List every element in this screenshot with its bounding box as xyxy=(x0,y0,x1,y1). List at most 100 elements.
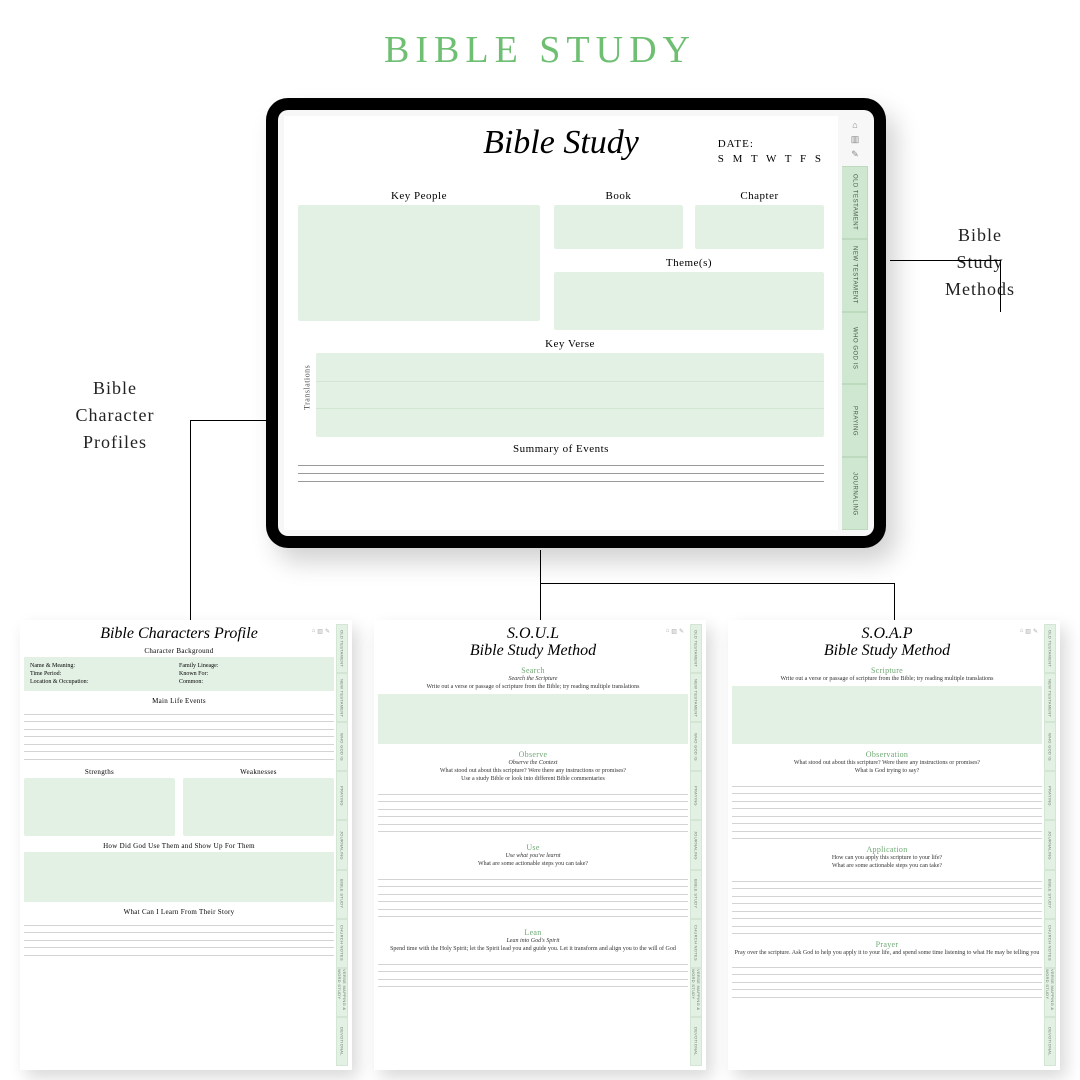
stab[interactable]: NEW TESTAMENT xyxy=(690,673,702,722)
desc-lean: Spend time with the Holy Spirit; let the… xyxy=(378,946,688,954)
box-key-people[interactable] xyxy=(298,205,540,321)
stab[interactable]: JOURNALING xyxy=(336,820,348,869)
days-row: S M T W T F S xyxy=(718,153,824,165)
box-book[interactable] xyxy=(554,205,683,249)
tab-praying[interactable]: PRAYING xyxy=(842,384,868,457)
desc-application: How can you apply this scripture to your… xyxy=(732,855,1042,871)
connector xyxy=(1000,260,1001,312)
stab[interactable]: BIBLE STUDY xyxy=(690,870,702,919)
bg-loc: Location & Occupation: xyxy=(30,679,179,685)
stab[interactable]: VERSE MAPPING & WORD STUDY xyxy=(690,968,702,1017)
stab[interactable]: DEVOTIONAL xyxy=(690,1017,702,1066)
stab[interactable]: JOURNALING xyxy=(690,820,702,869)
callout-right: Bible Study Methods xyxy=(910,222,1050,303)
icon[interactable]: ⌂ xyxy=(1020,628,1024,635)
icon[interactable]: ✎ xyxy=(325,628,330,635)
label-chapter: Chapter xyxy=(695,190,824,202)
box-themes[interactable] xyxy=(554,272,824,330)
stab[interactable]: BIBLE STUDY xyxy=(336,870,348,919)
stab[interactable]: JOURNALING xyxy=(1044,820,1056,869)
icon[interactable]: ▥ xyxy=(1025,628,1031,635)
stab[interactable]: VERSE MAPPING & WORD STUDY xyxy=(336,968,348,1017)
head-scripture: Scripture xyxy=(732,666,1042,675)
stab[interactable]: CHURCH NOTES xyxy=(690,919,702,968)
box-main-life[interactable] xyxy=(24,707,334,762)
icon[interactable]: ✎ xyxy=(679,628,684,635)
box-learn[interactable] xyxy=(24,918,334,958)
sheet1-bg-head: Character Background xyxy=(24,647,334,655)
icon[interactable]: ⌂ xyxy=(312,628,316,635)
label-book: Book xyxy=(554,190,683,202)
box-summary[interactable] xyxy=(298,458,824,484)
box-lean[interactable] xyxy=(378,957,688,987)
sheet-soap: ⌂▥✎ S.O.A.PBible Study Method Scripture … xyxy=(728,620,1060,1070)
book-icon[interactable]: ▥ xyxy=(851,134,860,145)
box-how-god[interactable] xyxy=(24,852,334,902)
stab[interactable]: OLD TESTAMENT xyxy=(1044,624,1056,673)
stab[interactable]: CHURCH NOTES xyxy=(1044,919,1056,968)
desc-scripture: Write out a verse or passage of scriptur… xyxy=(732,676,1042,684)
bg-time: Time Period: xyxy=(30,671,179,677)
stab[interactable]: WHO GOD IS xyxy=(690,722,702,771)
bg-grid[interactable]: Name & Meaning:Family Lineage: Time Peri… xyxy=(24,657,334,691)
box-observation[interactable] xyxy=(732,779,1042,839)
label-main-life: Main Life Events xyxy=(24,697,334,705)
stab[interactable]: DEVOTIONAL xyxy=(1044,1017,1056,1066)
bg-family: Family Lineage: xyxy=(179,663,328,669)
icon[interactable]: ⌂ xyxy=(666,628,670,635)
stab[interactable]: NEW TESTAMENT xyxy=(336,673,348,722)
stab[interactable]: PRAYING xyxy=(690,771,702,820)
head-application: Application xyxy=(732,845,1042,854)
tab-new-testament[interactable]: NEW TESTAMENT xyxy=(842,239,868,312)
label-how-god: How Did God Use Them and Show Up For The… xyxy=(24,842,334,850)
stab[interactable]: CHURCH NOTES xyxy=(336,919,348,968)
stab[interactable]: OLD TESTAMENT xyxy=(336,624,348,673)
desc-observation: What stood out about this scripture? Wer… xyxy=(732,760,1042,776)
connector xyxy=(540,583,894,584)
bg-common: Common: xyxy=(179,679,328,685)
box-search[interactable] xyxy=(378,694,688,744)
sheet3-tabs: OLD TESTAMENTNEW TESTAMENTWHO GOD ISPRAY… xyxy=(1044,624,1056,1066)
stab[interactable]: PRAYING xyxy=(1044,771,1056,820)
box-key-verse[interactable] xyxy=(316,353,824,437)
icon[interactable]: ▥ xyxy=(317,628,323,635)
stab[interactable]: NEW TESTAMENT xyxy=(1044,673,1056,722)
tab-who-god-is[interactable]: WHO GOD IS xyxy=(842,312,868,385)
icon[interactable]: ✎ xyxy=(1033,628,1038,635)
head-search: Search xyxy=(378,666,688,675)
box-strengths[interactable] xyxy=(24,778,175,836)
box-weaknesses[interactable] xyxy=(183,778,334,836)
page-title: BIBLE STUDY xyxy=(0,28,1080,72)
label-translations: Translations xyxy=(298,338,316,437)
label-key-people: Key People xyxy=(298,190,540,202)
stab[interactable]: OLD TESTAMENT xyxy=(690,624,702,673)
stab[interactable]: PRAYING xyxy=(336,771,348,820)
sub-lean: Lean into God's Spirit xyxy=(378,938,688,944)
label-strengths: Strengths xyxy=(24,768,175,776)
sheet1-tabs: OLD TESTAMENTNEW TESTAMENTWHO GOD ISPRAY… xyxy=(336,624,348,1066)
icon[interactable]: ▥ xyxy=(671,628,677,635)
box-prayer[interactable] xyxy=(732,960,1042,1000)
stab[interactable]: BIBLE STUDY xyxy=(1044,870,1056,919)
sheet-soul: ⌂▥✎ S.O.U.LBible Study Method Search Sea… xyxy=(374,620,706,1070)
home-icon[interactable]: ⌂ xyxy=(852,120,857,130)
tab-journaling[interactable]: JOURNALING xyxy=(842,457,868,530)
bg-known: Known For: xyxy=(179,671,328,677)
sheet1-title: Bible Characters Profile xyxy=(24,626,334,643)
connector xyxy=(190,420,191,620)
box-application[interactable] xyxy=(732,874,1042,934)
stab[interactable]: WHO GOD IS xyxy=(1044,722,1056,771)
box-use[interactable] xyxy=(378,872,688,922)
head-use: Use xyxy=(378,843,688,852)
tablet-icons: ⌂ ▥ ✎ xyxy=(842,116,868,166)
box-chapter[interactable] xyxy=(695,205,824,249)
label-summary: Summary of Events xyxy=(298,443,824,455)
tab-old-testament[interactable]: OLD TESTAMENT xyxy=(842,166,868,239)
stab[interactable]: WHO GOD IS xyxy=(336,722,348,771)
stab[interactable]: VERSE MAPPING & WORD STUDY xyxy=(1044,968,1056,1017)
box-observe[interactable] xyxy=(378,787,688,837)
planner-icon[interactable]: ✎ xyxy=(851,149,859,160)
bg-name: Name & Meaning: xyxy=(30,663,179,669)
box-scripture[interactable] xyxy=(732,686,1042,744)
stab[interactable]: DEVOTIONAL xyxy=(336,1017,348,1066)
